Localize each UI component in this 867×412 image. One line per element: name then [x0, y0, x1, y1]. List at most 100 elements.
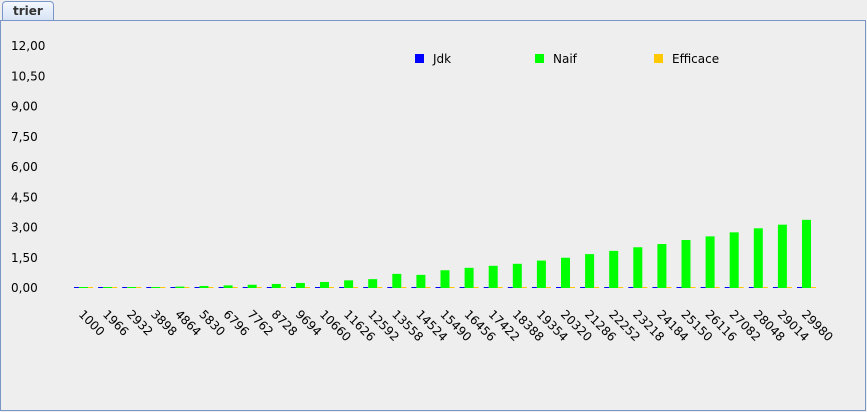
- bar-naif: [199, 285, 209, 288]
- bar-naif: [512, 263, 522, 288]
- bar-jdk: [556, 287, 561, 288]
- bar-naif: [488, 265, 498, 288]
- bar-efficace: [112, 287, 118, 288]
- bar-naif: [585, 254, 595, 288]
- y-tick-label: 7,50: [11, 130, 38, 144]
- bar-jdk: [74, 287, 79, 288]
- bar-jdk: [266, 287, 272, 288]
- bar-naif: [657, 244, 667, 288]
- bar-naif: [103, 287, 113, 288]
- bar-naif: [681, 240, 691, 288]
- bar-jdk: [676, 287, 682, 288]
- legend-swatch-efficace: [654, 54, 663, 63]
- bar-jdk: [363, 287, 369, 288]
- x-tick-label: 3898: [148, 307, 179, 338]
- tab-trier[interactable]: trier: [2, 1, 54, 21]
- bar-jdk: [290, 287, 296, 288]
- bar-naif: [536, 260, 546, 288]
- bar-naif: [392, 273, 402, 288]
- bar-naif: [368, 279, 378, 288]
- x-tick-label: 6796: [220, 307, 251, 338]
- bar-jdk: [507, 287, 513, 288]
- bar-jdk: [435, 287, 441, 288]
- bar-efficace: [594, 287, 600, 288]
- bar-jdk: [242, 287, 248, 288]
- bar-efficace: [160, 287, 166, 288]
- bar-jdk: [411, 287, 417, 288]
- bar-jdk: [339, 287, 345, 288]
- bar-naif: [127, 287, 137, 288]
- bar-jdk: [315, 287, 320, 288]
- x-tick-label: 1000: [76, 307, 107, 338]
- bar-jdk: [194, 287, 200, 288]
- bar-jdk: [652, 287, 658, 288]
- bar-efficace: [353, 287, 359, 288]
- bar-efficace: [618, 287, 624, 288]
- bar-jdk: [218, 287, 224, 288]
- bar-naif: [561, 257, 570, 288]
- bar-jdk: [797, 287, 802, 288]
- bar-efficace: [666, 287, 672, 288]
- bar-efficace: [425, 287, 431, 288]
- bar-efficace: [208, 287, 214, 288]
- bar-efficace: [762, 287, 768, 288]
- bar-naif: [295, 282, 305, 288]
- bar-naif: [464, 267, 474, 288]
- bar-chart: 0,00 1,50 3,00 4,50 6,00 7,50 9,00 10,50 12,00 10…: [11, 39, 836, 344]
- bar-efficace: [811, 287, 816, 288]
- x-tick-label: 1966: [100, 307, 131, 338]
- y-tick-label: 9,00: [11, 100, 38, 114]
- bar-efficace: [570, 287, 575, 288]
- y-tick-label: 0,00: [11, 281, 38, 295]
- bar-jdk: [531, 287, 537, 288]
- bar-naif: [440, 270, 450, 288]
- bar-efficace: [256, 287, 262, 288]
- bar-efficace: [497, 287, 503, 288]
- bar-efficace: [786, 287, 792, 288]
- bar-efficace: [714, 287, 720, 288]
- bar-efficace: [690, 287, 696, 288]
- y-tick-label: 10,50: [11, 69, 45, 83]
- bar-jdk: [580, 287, 586, 288]
- bar-naif: [79, 287, 88, 288]
- x-tick-label: 7762: [245, 307, 276, 338]
- y-tick-label: 3,00: [11, 221, 38, 235]
- bar-naif: [247, 284, 257, 288]
- y-tick-label: 6,00: [11, 160, 38, 174]
- bar-naif: [633, 247, 643, 288]
- bar-jdk: [170, 287, 176, 288]
- bar-jdk: [98, 287, 104, 288]
- bar-jdk: [748, 287, 754, 288]
- legend-swatch-naif: [535, 54, 544, 63]
- bar-naif: [175, 286, 185, 288]
- y-tick-label: 4,50: [11, 190, 38, 204]
- bar-naif: [802, 219, 811, 288]
- bar-efficace: [136, 287, 142, 288]
- bar-efficace: [280, 287, 286, 288]
- bar-efficace: [521, 287, 527, 288]
- bar-efficace: [401, 287, 407, 288]
- bar-naif: [729, 232, 739, 288]
- bar-jdk: [122, 287, 128, 288]
- bar-naif: [609, 250, 619, 288]
- bar-jdk: [483, 287, 489, 288]
- bar-naif: [344, 280, 354, 288]
- bar-efficace: [304, 287, 310, 288]
- bar-jdk: [628, 287, 634, 288]
- legend-swatch-jdk: [415, 54, 424, 63]
- bar-jdk: [387, 287, 393, 288]
- bar-jdk: [459, 287, 465, 288]
- bar-jdk: [700, 287, 706, 288]
- y-tick-label: 12,00: [11, 39, 45, 53]
- bar-naif: [320, 281, 329, 288]
- chart-panel: 0,00 1,50 3,00 4,50 6,00 7,50 9,00 10,50 12,00 10…: [0, 20, 866, 411]
- x-tick-label: 5830: [196, 307, 227, 338]
- x-tick-label: 9694: [293, 307, 324, 338]
- x-tick-label: 2932: [124, 307, 155, 338]
- bar-efficace: [449, 287, 455, 288]
- bar-efficace: [642, 287, 648, 288]
- bar-efficace: [329, 287, 334, 288]
- bar-jdk: [772, 287, 778, 288]
- y-tick-label: 1,50: [11, 251, 38, 265]
- bar-efficace: [232, 287, 238, 288]
